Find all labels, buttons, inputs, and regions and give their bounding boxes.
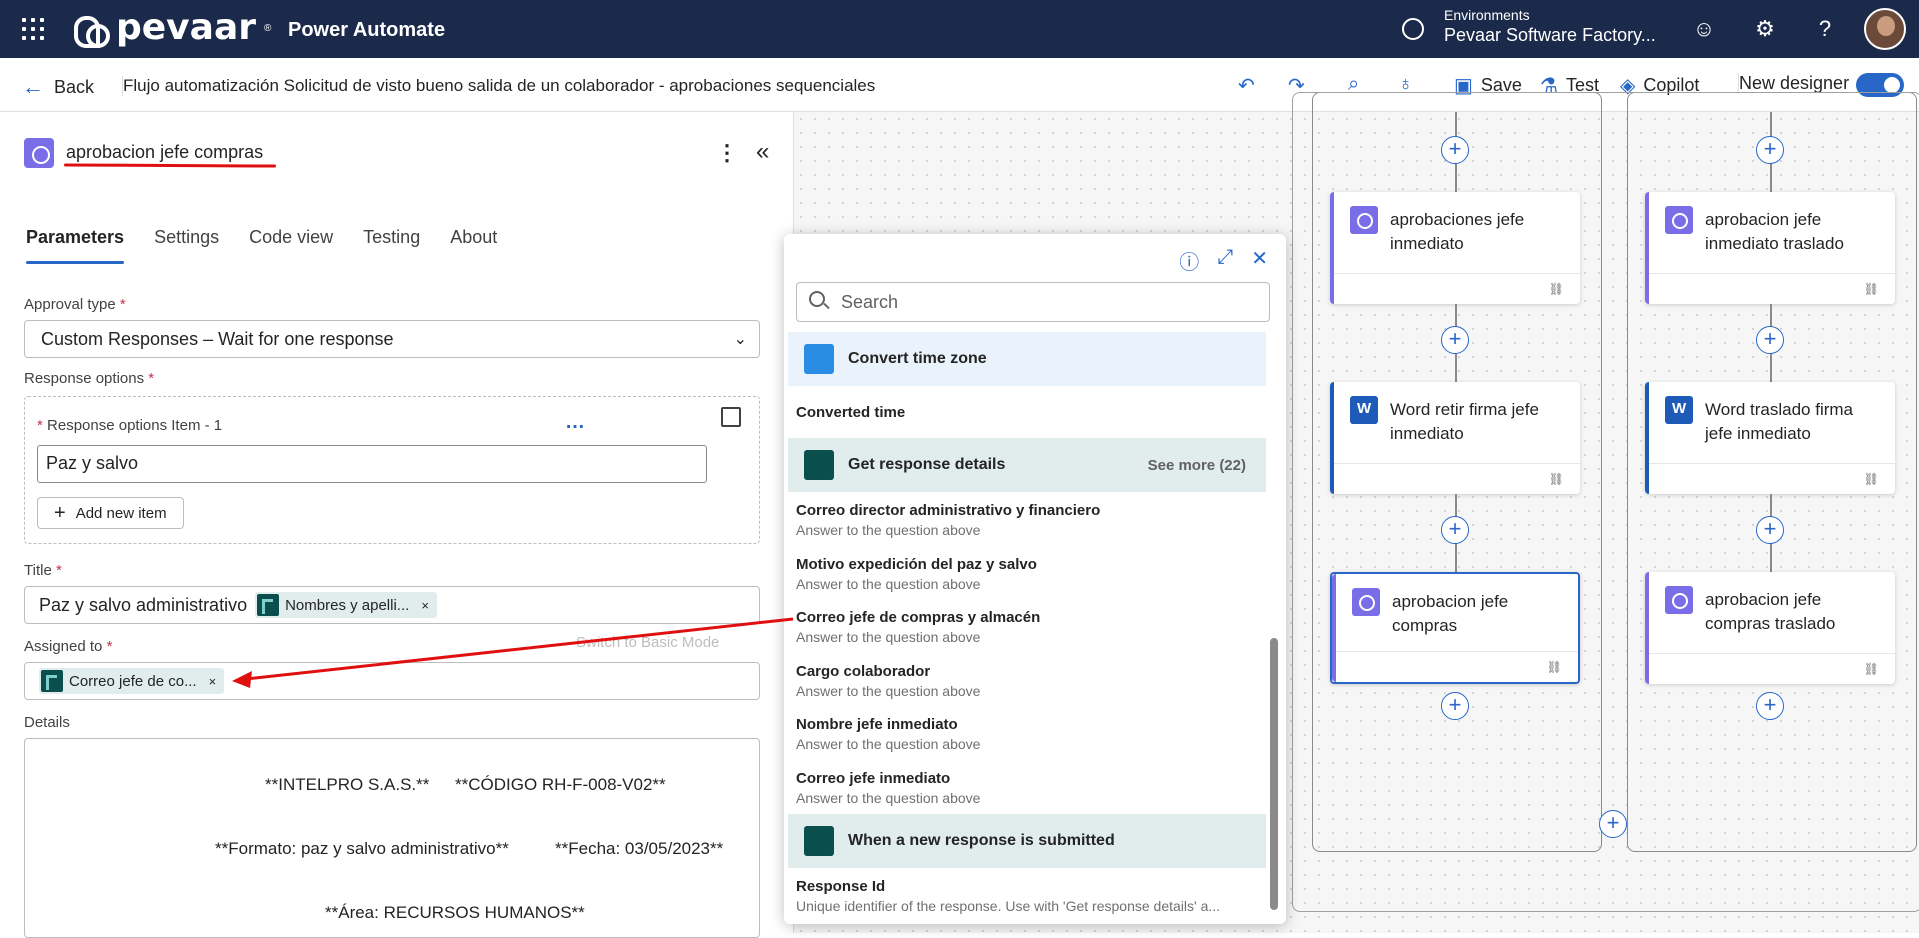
annotation-arrow: [232, 617, 794, 688]
